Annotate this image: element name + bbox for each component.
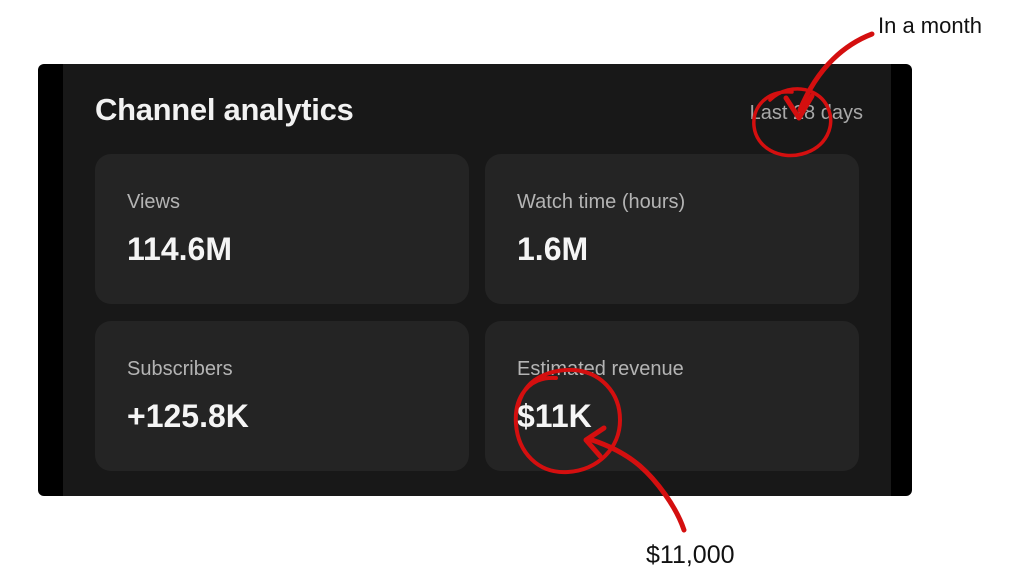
period-selector[interactable]: Last 28 days xyxy=(750,102,863,125)
subscribers-card[interactable]: Subscribers +125.8K xyxy=(95,321,469,471)
views-card[interactable]: Views 114.6M xyxy=(95,154,469,304)
revenue-value: $11K xyxy=(517,398,592,434)
revenue-label: Estimated revenue xyxy=(517,358,684,380)
watch-time-card[interactable]: Watch time (hours) 1.6M xyxy=(485,154,859,304)
revenue-annotation-note: $11,000 xyxy=(646,541,735,569)
panel-title: Channel analytics xyxy=(95,92,354,127)
subscribers-value: +125.8K xyxy=(127,398,249,434)
analytics-screenshot: Channel analytics Last 28 days Views 114… xyxy=(38,64,912,496)
revenue-card[interactable]: Estimated revenue $11K xyxy=(485,321,859,471)
subscribers-label: Subscribers xyxy=(127,358,233,380)
watch-time-value: 1.6M xyxy=(517,231,589,267)
views-label: Views xyxy=(127,191,180,213)
views-value: 114.6M xyxy=(127,231,232,267)
channel-analytics-panel: Channel analytics Last 28 days Views 114… xyxy=(63,64,891,496)
period-annotation-note: In a month xyxy=(878,13,982,38)
watch-time-label: Watch time (hours) xyxy=(517,191,686,213)
